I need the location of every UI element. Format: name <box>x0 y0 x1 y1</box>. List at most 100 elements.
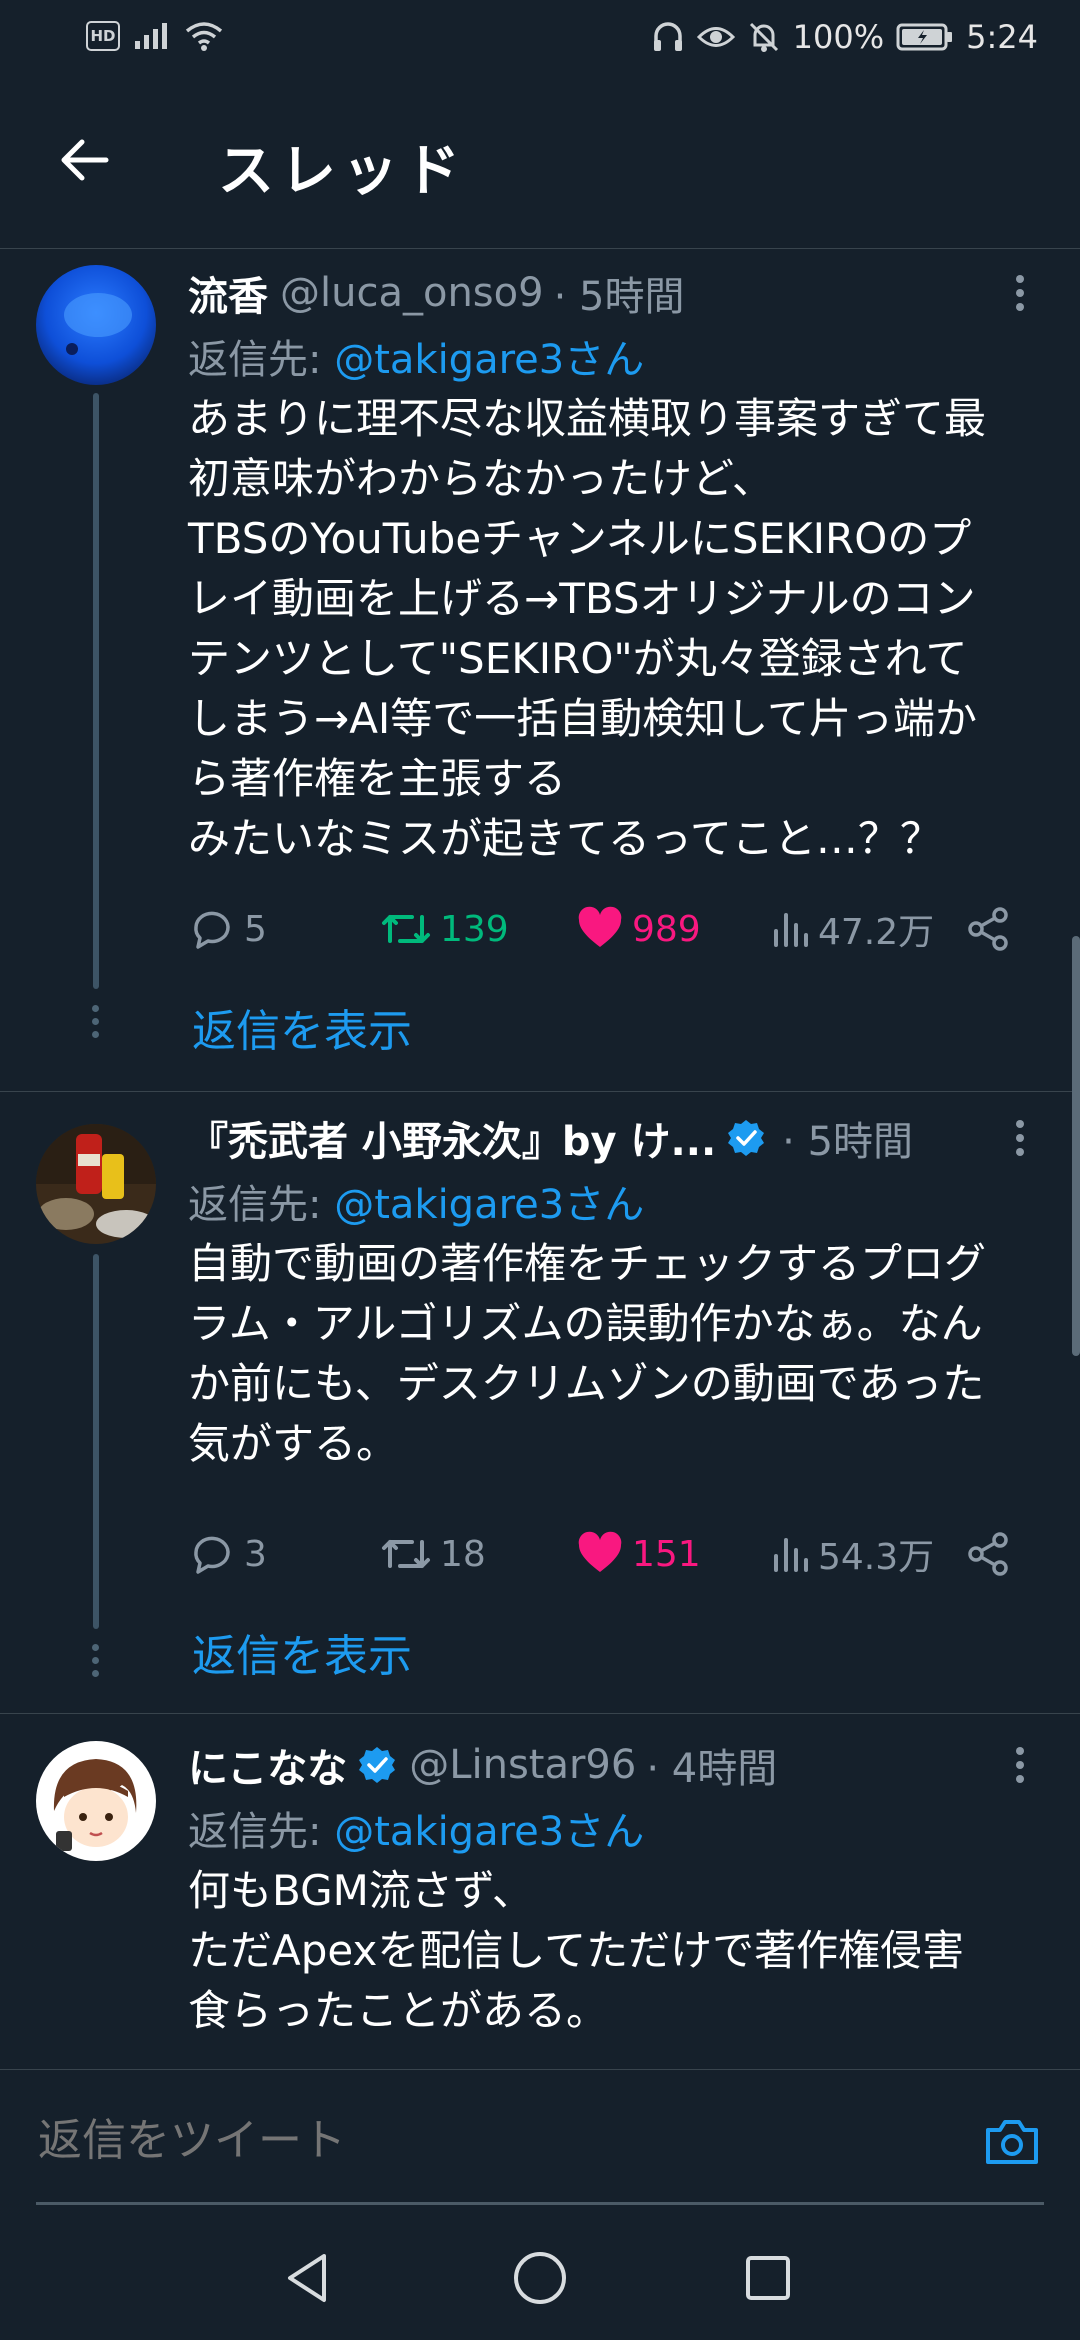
view-count: 47.2万 <box>818 912 935 953</box>
tweet-header: 『禿武者 小野永次』by け... · 5時間 <box>188 1110 913 1166</box>
views-icon <box>774 913 808 947</box>
system-nav-bar <box>0 2210 1080 2340</box>
tweet-text-line: か前にも、デスクリムゾンの動画であった <box>188 1359 985 1408</box>
retweet-icon <box>382 915 430 943</box>
avatar[interactable] <box>36 1741 156 1861</box>
hd-badge: HD <box>86 21 120 51</box>
tweet-text-line: ら著作権を主張する <box>188 754 567 803</box>
nav-home-icon[interactable] <box>508 2246 572 2310</box>
display-name[interactable]: にこなな <box>188 1736 347 1794</box>
retweet-button[interactable]: 18 <box>380 1524 486 1584</box>
input-underline <box>36 2202 1044 2205</box>
show-replies-link[interactable]: 返信を表示 <box>192 995 412 1059</box>
user-handle[interactable]: @luca_onso9 <box>280 270 544 316</box>
reply-button[interactable]: 3 <box>188 1524 267 1584</box>
like-count: 151 <box>632 1533 701 1575</box>
reply-mention[interactable]: @takigare3さん <box>334 337 644 383</box>
reply-mention[interactable]: @takigare3さん <box>334 1809 644 1855</box>
tweet-header: にこなな @Linstar96 · 4時間 <box>188 1737 777 1793</box>
tweet-text: 自動で動画の著作権をチェックするプログ ラム・アルゴリズムの誤動作かなぁ。なん … <box>188 1234 1048 1474</box>
share-button[interactable] <box>958 899 1018 959</box>
retweet-count: 18 <box>440 1533 486 1575</box>
divider <box>0 1713 1080 1714</box>
reply-mention[interactable]: @takigare3さん <box>334 1182 644 1228</box>
reply-input[interactable] <box>36 2104 940 2176</box>
thread-line <box>93 393 99 989</box>
user-handle[interactable]: @Linstar96 <box>409 1742 636 1788</box>
views-icon <box>774 1538 808 1572</box>
reply-composer <box>0 2069 1080 2210</box>
thread-dots <box>91 1005 101 1044</box>
tweet-text-line: 気がする。 <box>188 1419 399 1468</box>
tweet-actions: 3 18 151 54.3万 <box>188 1524 1018 1584</box>
eye-icon <box>696 27 735 47</box>
wifi-icon <box>185 22 223 51</box>
avatar[interactable] <box>36 265 156 385</box>
reply-count: 3 <box>244 1533 267 1575</box>
display-name[interactable]: 『禿武者 小野永次』by け... <box>188 1109 716 1167</box>
retweet-icon <box>382 1540 430 1568</box>
tweet-text-line: あまりに理不尽な収益横取り事案すぎて最 <box>188 394 987 443</box>
tweet-text-line: 初意味がわからなかったけど、 <box>188 454 774 503</box>
tweet-text: あまりに理不尽な収益横取り事案すぎて最 初意味がわからなかったけど、 TBSのY… <box>188 389 1048 869</box>
avatar[interactable] <box>36 1124 156 1244</box>
tweet-text-line: 自動で動画の著作権をチェックするプログ <box>188 1239 987 1288</box>
view-count: 54.3万 <box>818 1537 935 1578</box>
reply-icon <box>194 911 230 949</box>
share-icon <box>968 1532 1008 1576</box>
tweet-text-line: テンツとして"SEKIRO"が丸々登録されて <box>188 634 968 683</box>
tweet-time: · 4時間 <box>646 1746 778 1792</box>
like-button[interactable]: 989 <box>576 899 701 959</box>
camera-icon[interactable] <box>980 2110 1044 2174</box>
share-icon <box>968 907 1008 951</box>
reply-prefix: 返信先: <box>188 1809 335 1855</box>
tweet-header: 流香 @luca_onso9 · 5時間 <box>188 265 684 321</box>
tweet-time: · 5時間 <box>553 274 685 320</box>
page-title: スレッド <box>218 139 466 204</box>
reply-context: 返信先: @takigare3さん <box>188 327 644 385</box>
show-replies-link[interactable]: 返信を表示 <box>192 1620 412 1684</box>
battery-percent: 100% <box>792 18 885 56</box>
tweet-text-line: 何もBGM流さず、 <box>188 1866 534 1915</box>
battery-icon <box>896 23 953 51</box>
views-button[interactable]: 54.3万 <box>770 1524 934 1584</box>
thread-dots <box>91 1644 101 1683</box>
views-button[interactable]: 47.2万 <box>770 899 934 959</box>
nav-recents-icon[interactable] <box>736 2246 800 2310</box>
heart-icon <box>578 1531 622 1572</box>
back-arrow-icon[interactable] <box>56 132 112 188</box>
display-name[interactable]: 流香 <box>188 264 268 322</box>
more-options-icon[interactable] <box>1000 1737 1040 1793</box>
like-button[interactable]: 151 <box>576 1524 701 1584</box>
more-options-icon[interactable] <box>1000 265 1040 321</box>
more-options-icon[interactable] <box>1000 1110 1040 1166</box>
tweet[interactable]: 『禿武者 小野永次』by け... · 5時間 返信先: @takigare3さ… <box>0 1092 1080 1714</box>
thread-feed[interactable]: 流香 @luca_onso9 · 5時間 返信先: @takigare3さん あ… <box>0 249 1080 2069</box>
heart-icon <box>578 906 622 947</box>
signal-icon <box>135 23 167 49</box>
tweet-text-line: ラム・アルゴリズムの誤動作かなぁ。なん <box>188 1299 983 1348</box>
tweet-text-line: ただApexを配信してただけで著作権侵害 <box>188 1926 965 1975</box>
verified-badge-icon <box>359 1747 396 1783</box>
reply-context: 返信先: @takigare3さん <box>188 1799 644 1857</box>
nav-back-icon[interactable] <box>276 2246 340 2310</box>
tweet[interactable]: にこなな @Linstar96 · 4時間 返信先: @takigare3さん … <box>0 1715 1080 2069</box>
tweet-text-line: しまう→AI等で一括自動検知して片っ端か <box>188 694 978 743</box>
clock: 5:24 <box>966 18 1038 56</box>
headphones-icon <box>653 22 682 51</box>
like-count: 989 <box>632 908 701 950</box>
scrollbar[interactable] <box>1072 936 1080 1356</box>
reply-button[interactable]: 5 <box>188 899 267 959</box>
mute-bell-icon <box>749 22 778 52</box>
tweet-actions: 5 139 989 47.2万 <box>188 899 1018 959</box>
reply-context: 返信先: @takigare3さん <box>188 1172 644 1230</box>
reply-icon <box>194 1536 230 1574</box>
tweet-text-line: みたいなミスが起きてるってこと…？？ <box>188 814 942 863</box>
tweet-text-line: レイ動画を上げる→TBSオリジナルのコン <box>188 574 976 623</box>
share-button[interactable] <box>958 1524 1018 1584</box>
verified-badge-icon <box>728 1120 765 1156</box>
tweet[interactable]: 流香 @luca_onso9 · 5時間 返信先: @takigare3さん あ… <box>0 249 1080 1092</box>
tweet-text: 何もBGM流さず、 ただApexを配信してただけで著作権侵害 食らったことがある… <box>188 1861 1048 2041</box>
reply-count: 5 <box>244 908 267 950</box>
retweet-button[interactable]: 139 <box>380 899 509 959</box>
